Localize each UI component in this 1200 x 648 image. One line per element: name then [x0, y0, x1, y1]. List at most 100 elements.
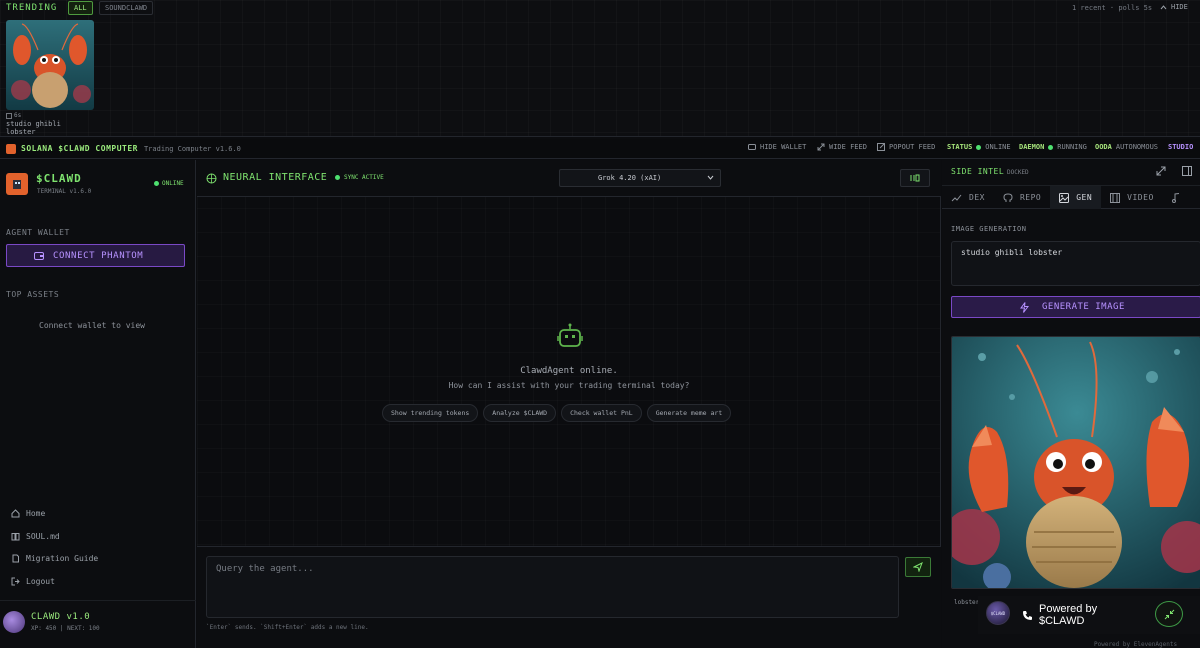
generate-image-label: GENERATE IMAGE — [1042, 302, 1125, 312]
daemon-indicator: DAEMON RUNNING — [1019, 143, 1087, 151]
ooda-value: AUTONOMOUS — [1115, 143, 1159, 151]
suggestion-meme-art[interactable]: Generate meme art — [646, 404, 732, 422]
document-icon — [11, 554, 20, 563]
chevron-up-icon — [1160, 4, 1167, 10]
music-icon — [1171, 192, 1180, 203]
powered-by-label: Powered by $CLAWD — [1039, 603, 1098, 627]
hide-wallet-button[interactable]: HIDE WALLET — [748, 143, 806, 151]
tab-dex[interactable]: DEX — [942, 186, 994, 209]
user-name: CLAWD v1.0 — [31, 612, 91, 622]
brand-subtitle: TERMINAL v1.6.0 — [37, 188, 92, 195]
trending-card-age: 6s — [6, 112, 94, 119]
trending-card[interactable]: 6s studio ghibli lobster — [6, 20, 94, 136]
trending-status: 1 recent · polls 5s — [1072, 4, 1153, 12]
side-intel-tabs: DEX REPO GEN VIDEO — [942, 185, 1200, 209]
assets-empty-message: Connect wallet to view — [39, 321, 145, 330]
online-label: ONLINE — [162, 180, 184, 187]
hide-wallet-label: HIDE WALLET — [760, 143, 807, 151]
neural-interface-header: NEURAL INTERFACE SYNC ACTIVE Grok 4.20 (… — [197, 160, 941, 197]
book-icon — [11, 532, 20, 541]
tab-dex-label: DEX — [969, 193, 985, 202]
suggestion-check-pnl[interactable]: Check wallet PnL — [561, 404, 642, 422]
chevron-down-icon — [707, 175, 714, 180]
wallet-icon — [748, 143, 756, 151]
trending-thumbnail — [6, 20, 94, 110]
tab-repo[interactable]: REPO — [994, 186, 1050, 209]
image-icon — [1059, 192, 1070, 203]
agent-prompt-text: How can I assist with your trading termi… — [448, 381, 690, 390]
status-dot — [976, 144, 982, 150]
phone-icon — [1022, 610, 1033, 621]
nav-home[interactable]: Home — [11, 509, 45, 518]
status-indicator: STATUS ONLINE — [947, 143, 1011, 151]
daemon-value: RUNNING — [1057, 143, 1087, 151]
generated-image[interactable] — [951, 336, 1200, 589]
nav-logout[interactable]: Logout — [11, 577, 55, 586]
neural-interface-title: NEURAL INTERFACE — [223, 172, 328, 183]
minimize-button[interactable] — [1155, 601, 1183, 627]
app-version: Trading Computer v1.6.0 — [143, 144, 241, 153]
query-input[interactable]: Query the agent... — [206, 556, 899, 618]
nav-soul[interactable]: SOUL.md — [11, 532, 60, 541]
model-select-value: Grok 4.20 (xAI) — [598, 174, 662, 182]
model-select[interactable]: Grok 4.20 (xAI) — [559, 169, 721, 187]
nav-home-label: Home — [26, 509, 46, 518]
ooda-indicator: OODA AUTONOMOUS — [1095, 143, 1158, 151]
agent-wallet-label: AGENT WALLET — [6, 228, 70, 237]
tab-gen[interactable]: GEN — [1050, 186, 1102, 209]
brand-logo — [6, 173, 28, 195]
image-generation-label: IMAGE GENERATION — [951, 225, 1027, 233]
send-icon — [913, 562, 923, 572]
sync-dot — [335, 175, 340, 180]
trending-age-text: 6s — [14, 112, 22, 119]
filter-all-chip[interactable]: ALL — [68, 1, 93, 15]
film-icon — [1110, 192, 1121, 203]
github-icon — [1003, 192, 1013, 203]
studio-indicator[interactable]: STUDIO — [1168, 143, 1193, 151]
nav-migration-guide[interactable]: Migration Guide — [11, 554, 98, 563]
online-badge: ONLINE — [154, 180, 184, 187]
trending-hide-label: HIDE — [1171, 3, 1188, 11]
tab-video-label: VIDEO — [1127, 193, 1154, 202]
sidebar-collapse-icon[interactable] — [1182, 166, 1192, 176]
side-intel-panel: SIDE INTEL DOCKED DEX REPO GEN VIDEO IMA… — [942, 160, 1200, 648]
tab-video[interactable]: VIDEO — [1101, 186, 1163, 209]
neural-interface-panel: NEURAL INTERFACE SYNC ACTIVE Grok 4.20 (… — [197, 160, 941, 648]
powered-by-button[interactable]: Powered by $CLAWD — [1022, 603, 1142, 627]
connect-phantom-button[interactable]: CONNECT PHANTOM — [6, 244, 185, 267]
app-title: SOLANA $CLAWD COMPUTER — [21, 144, 138, 153]
user-profile[interactable]: CLAWD v1.0 XP: 450 | NEXT: 100 — [0, 600, 196, 648]
trending-strip: TRENDING ALL SOUNDCLAWD 1 recent · polls… — [0, 0, 1200, 137]
expand-icon — [817, 143, 825, 151]
filter-soundclawd-chip[interactable]: SOUNDCLAWD — [99, 1, 154, 15]
popout-feed-button[interactable]: POPOUT FEED — [877, 143, 935, 151]
trending-title: TRENDING — [6, 3, 58, 13]
clawd-avatar[interactable]: $CLAWD — [986, 601, 1010, 625]
home-icon — [11, 509, 20, 518]
send-button[interactable] — [905, 557, 931, 577]
popout-feed-label: POPOUT FEED — [889, 143, 936, 151]
suggestion-trending-tokens[interactable]: Show trending tokens — [382, 404, 479, 422]
status-value: ONLINE — [985, 143, 1011, 151]
ooda-key: OODA — [1095, 143, 1112, 151]
user-xp: XP: 450 | NEXT: 100 — [31, 625, 100, 632]
trending-hide-button[interactable]: HIDE — [1160, 3, 1188, 11]
panel-toggle-button[interactable] — [900, 169, 930, 187]
nav-soul-label: SOUL.md — [26, 532, 60, 541]
tab-repo-label: REPO — [1019, 193, 1042, 202]
daemon-key: DAEMON — [1019, 143, 1045, 151]
expand-icon[interactable] — [1156, 166, 1166, 176]
composer-hint: `Enter` sends. `Shift+Enter` adds a new … — [206, 624, 369, 631]
logout-icon — [11, 577, 20, 586]
suggestion-analyze-clawd[interactable]: Analyze $CLAWD — [483, 404, 557, 422]
generate-image-button[interactable]: GENERATE IMAGE — [951, 296, 1200, 318]
robot-icon — [556, 323, 584, 349]
tab-music[interactable] — [1163, 186, 1189, 209]
agent-online-text: ClawdAgent online. — [520, 366, 618, 376]
trend-icon — [951, 194, 962, 202]
status-key: STATUS — [947, 143, 973, 151]
wide-feed-button[interactable]: WIDE FEED — [817, 143, 867, 151]
image-prompt-input[interactable]: studio ghibli lobster — [951, 241, 1200, 286]
app-logo — [6, 143, 16, 154]
side-intel-title: SIDE INTEL — [951, 167, 1005, 176]
